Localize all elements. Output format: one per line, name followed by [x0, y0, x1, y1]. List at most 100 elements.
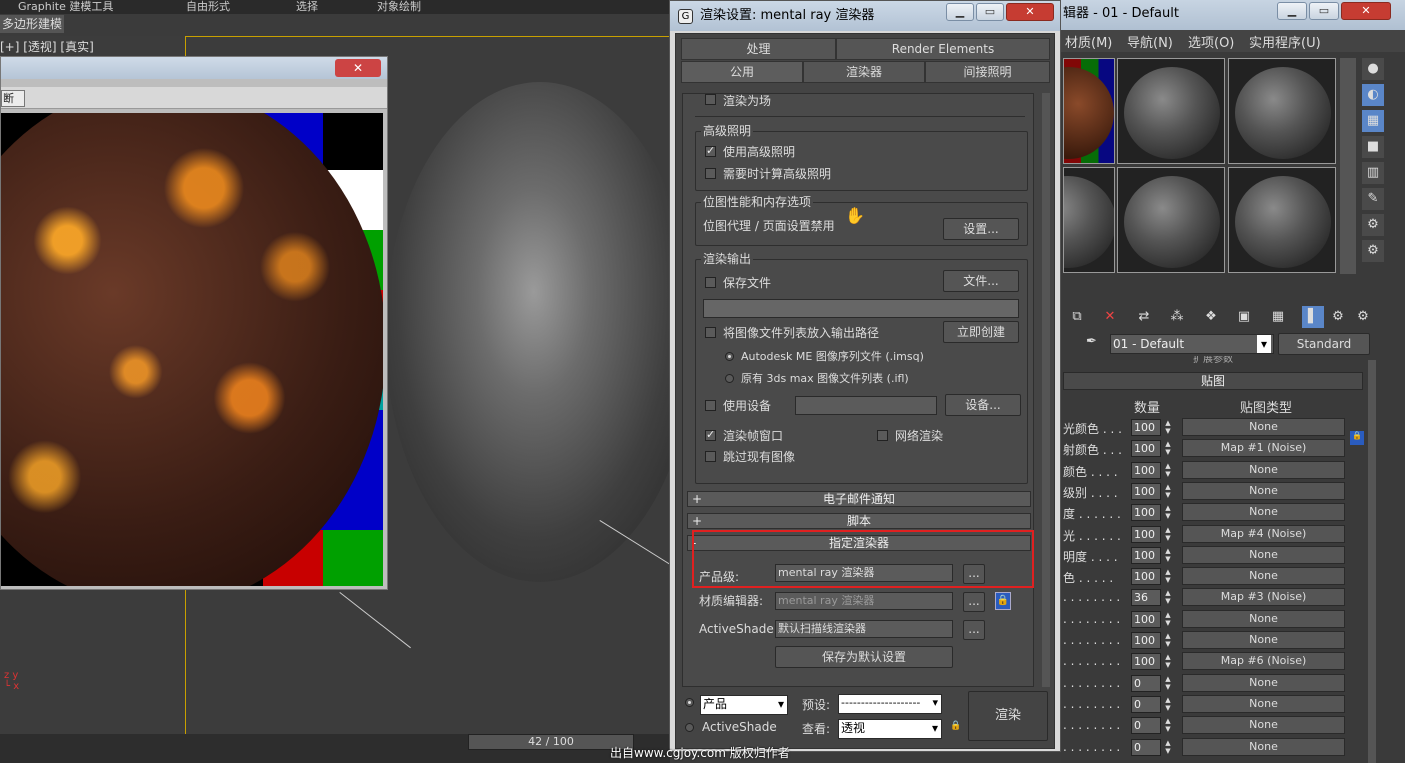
spinner-icon[interactable]: ▲ ▼: [1163, 739, 1173, 756]
options-icon[interactable]: ⚙: [1362, 214, 1384, 236]
spinner-icon[interactable]: ▲ ▼: [1163, 568, 1173, 585]
minimize-button[interactable]: ▁: [946, 3, 974, 21]
material-name-field[interactable]: 01 - Default ▾: [1110, 334, 1274, 354]
map-button[interactable]: None: [1182, 460, 1345, 479]
lock-icon[interactable]: 🔒: [995, 592, 1011, 610]
map-button[interactable]: None: [1182, 481, 1345, 500]
render-frame-toolbar-button[interactable]: 断: [1, 90, 25, 107]
net-render-checkbox[interactable]: [877, 430, 888, 441]
spinner-icon[interactable]: ▲ ▼: [1163, 483, 1173, 500]
map-button[interactable]: Map #3 (Noise): [1182, 588, 1345, 607]
tab-common[interactable]: 公用: [681, 61, 803, 83]
map-amount-field[interactable]: 100: [1131, 504, 1161, 522]
activeshade-radio[interactable]: [685, 723, 694, 732]
uv-tiling-icon[interactable]: ■: [1362, 136, 1384, 158]
material-slot-1[interactable]: [1063, 58, 1115, 164]
menu-material[interactable]: 材质(M): [1065, 32, 1112, 51]
map-button[interactable]: None: [1182, 503, 1345, 522]
map-button[interactable]: None: [1182, 631, 1345, 649]
med-close-button[interactable]: ✕: [1341, 2, 1391, 20]
spinner-icon[interactable]: ▲ ▼: [1163, 589, 1173, 606]
spinner-icon[interactable]: ▲ ▼: [1163, 675, 1173, 692]
map-button[interactable]: None: [1182, 716, 1345, 735]
lock-icon[interactable]: 🔒: [1350, 431, 1364, 445]
ifl-radio[interactable]: [725, 374, 734, 383]
spinner-icon[interactable]: ▲ ▼: [1163, 717, 1173, 734]
show-map-icon[interactable]: ▣: [1233, 306, 1255, 328]
assign-material-icon[interactable]: ⧉: [1066, 306, 1088, 328]
map-button[interactable]: None: [1182, 545, 1345, 564]
ribbon-tab-freeform[interactable]: 自由形式: [186, 0, 230, 14]
med-minimize-button[interactable]: ▁: [1277, 2, 1307, 20]
material-effects-icon[interactable]: ❖: [1200, 306, 1222, 328]
material-slot-5[interactable]: [1117, 167, 1225, 273]
video-color-icon[interactable]: ▥: [1362, 162, 1384, 184]
maximize-button[interactable]: ▭: [976, 3, 1004, 21]
polygon-modeling-label[interactable]: 多边形建模: [0, 15, 64, 33]
map-button[interactable]: None: [1182, 567, 1345, 586]
skip-existing-checkbox[interactable]: [705, 451, 716, 462]
map-button[interactable]: Map #1 (Noise): [1182, 439, 1345, 458]
map-amount-field[interactable]: 100: [1131, 653, 1161, 671]
panel-scrollbar[interactable]: [1042, 93, 1050, 687]
production-radio[interactable]: [685, 698, 694, 707]
material-slot-2[interactable]: [1117, 58, 1225, 164]
save-as-defaults-button[interactable]: 保存为默认设置: [775, 646, 953, 668]
compute-lighting-checkbox[interactable]: [705, 168, 716, 179]
menu-navigation[interactable]: 导航(N): [1127, 32, 1173, 51]
material-slot-3[interactable]: [1228, 58, 1336, 164]
ribbon-tab-graphite[interactable]: Graphite 建模工具: [18, 0, 113, 14]
extended-params-rollout[interactable]: 扩展参数: [1063, 356, 1363, 368]
spinner-icon[interactable]: ▲ ▼: [1163, 419, 1173, 436]
map-amount-field[interactable]: 100: [1131, 440, 1161, 458]
map-button[interactable]: Map #4 (Noise): [1182, 524, 1345, 543]
material-slot-6[interactable]: [1228, 167, 1336, 273]
bitmap-setup-button[interactable]: 设置...: [943, 218, 1019, 240]
delete-icon[interactable]: ✕: [1099, 306, 1121, 328]
copy-material-icon[interactable]: ⇄: [1133, 306, 1155, 328]
devices-button[interactable]: 设备...: [945, 394, 1021, 416]
files-button[interactable]: 文件...: [943, 270, 1019, 292]
spinner-icon[interactable]: ▲ ▼: [1163, 547, 1173, 564]
spinner-icon[interactable]: ▲ ▼: [1163, 526, 1173, 543]
map-button[interactable]: None: [1182, 737, 1345, 756]
backlight-icon[interactable]: ◐: [1362, 84, 1384, 106]
map-amount-field[interactable]: 100: [1131, 525, 1161, 543]
map-amount-field[interactable]: 100: [1131, 419, 1161, 436]
sample-type-icon[interactable]: ●: [1362, 58, 1384, 80]
tab-render-elements[interactable]: Render Elements: [836, 38, 1050, 60]
spinner-icon[interactable]: ▲ ▼: [1163, 653, 1173, 670]
imsq-radio[interactable]: [725, 352, 734, 361]
make-preview-icon[interactable]: ✎: [1362, 188, 1384, 210]
map-amount-field[interactable]: 100: [1131, 568, 1161, 586]
slots-scrollbar[interactable]: [1340, 58, 1356, 274]
background-icon[interactable]: ▦: [1362, 110, 1384, 132]
render-frame-titlebar[interactable]: [1, 57, 387, 79]
map-amount-field[interactable]: 100: [1131, 482, 1161, 500]
spinner-icon[interactable]: ▲ ▼: [1163, 462, 1173, 479]
render-frame-close-button[interactable]: ✕: [335, 59, 381, 77]
lock-view-icon[interactable]: 🔒: [950, 721, 962, 735]
view-dropdown[interactable]: 透视 ▾: [838, 719, 942, 739]
output-path-field[interactable]: [703, 299, 1019, 318]
gray-sphere[interactable]: [385, 82, 695, 582]
device-field[interactable]: [795, 396, 937, 415]
put-to-library-icon[interactable]: ⁂: [1166, 306, 1188, 328]
go-forward-icon[interactable]: ⚙: [1327, 306, 1349, 328]
map-amount-field[interactable]: 100: [1131, 610, 1161, 628]
use-advanced-lighting-checkbox[interactable]: [705, 144, 716, 157]
save-file-checkbox[interactable]: [705, 277, 716, 288]
render-field-checkbox[interactable]: [705, 94, 716, 105]
go-to-parent-icon[interactable]: ▌: [1302, 306, 1324, 328]
maps-rollout[interactable]: 贴图: [1063, 372, 1363, 390]
use-device-checkbox[interactable]: [705, 400, 716, 411]
eyedropper-icon[interactable]: ✒: [1086, 334, 1097, 349]
select-by-material-icon[interactable]: ⚙: [1362, 240, 1384, 262]
med-maximize-button[interactable]: ▭: [1309, 2, 1339, 20]
material-map-nav-icon[interactable]: ⚙: [1352, 306, 1374, 328]
put-image-list-checkbox[interactable]: [705, 327, 716, 338]
spinner-icon[interactable]: ▲ ▼: [1163, 611, 1173, 628]
ribbon-tab-selection[interactable]: 选择: [296, 0, 318, 14]
spinner-icon[interactable]: ▲ ▼: [1163, 504, 1173, 521]
menu-utilities[interactable]: 实用程序(U): [1249, 32, 1321, 51]
